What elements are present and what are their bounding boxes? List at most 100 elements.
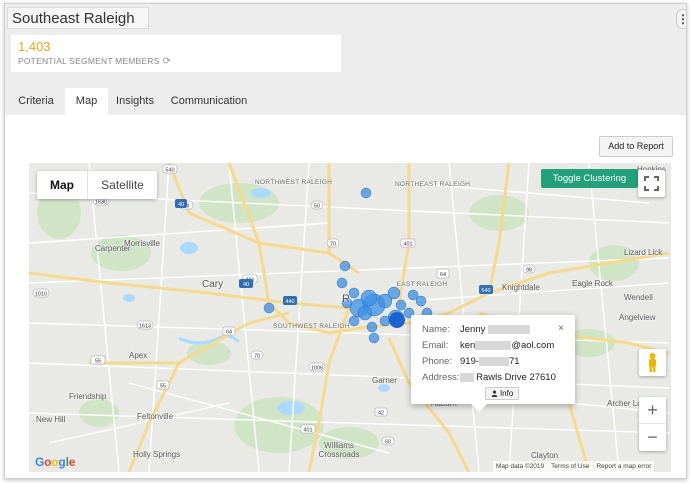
shield-3: 40 — [175, 199, 187, 208]
place-label: Wendell — [624, 293, 653, 302]
place-label: Cary — [202, 279, 224, 290]
member-info-window: × Name: Jenny Email: ken @aol.com Phone: 919… — [411, 315, 575, 412]
google-logo-letter: G — [35, 455, 45, 469]
shield-13: 1010 — [32, 288, 50, 298]
zoom-out-button[interactable]: − — [639, 424, 666, 451]
svg-text:70: 70 — [254, 354, 260, 360]
zoom-control: + − — [639, 397, 666, 451]
tab-communication[interactable]: Communication — [167, 88, 251, 115]
refresh-icon[interactable]: ⟳ — [163, 56, 172, 67]
place-label: Friendship — [69, 392, 107, 401]
segment-member-label: POTENTIAL SEGMENT MEMBERS ⟳ — [18, 56, 171, 67]
svg-text:1613: 1613 — [139, 324, 151, 330]
shield-12: 55 — [90, 355, 106, 365]
map-tab-content: Add to Report 540 1630 40 70 401 50 440 … — [5, 115, 686, 478]
redacted-block — [488, 324, 530, 334]
redacted-block — [479, 356, 510, 366]
pegman-icon — [649, 353, 656, 372]
svg-text:70: 70 — [330, 242, 336, 248]
report-map-error-link[interactable]: Report a map error — [596, 463, 651, 470]
google-logo: Google — [35, 455, 75, 469]
phone-key: Phone: — [422, 356, 453, 367]
place-label: Garner — [372, 376, 397, 385]
redacted-block — [459, 372, 474, 382]
add-to-report-button[interactable]: Add to Report — [599, 136, 673, 157]
toggle-clustering-button[interactable]: Toggle Clustering — [541, 169, 638, 188]
place-label: Feltonville — [137, 412, 174, 421]
selected-marker — [389, 312, 405, 328]
more-menu-button[interactable]: ⋮ — [676, 9, 686, 29]
street-view-pegman-button[interactable] — [639, 349, 666, 376]
shield-18: 1006 — [308, 362, 326, 372]
svg-text:540: 540 — [165, 168, 174, 174]
shield-21: 64 — [222, 326, 236, 336]
svg-text:440: 440 — [285, 299, 294, 305]
place-label: Clayton — [531, 451, 559, 460]
map-view[interactable]: 540 1630 54 40 70 401 50 440 64 98 540 1… — [29, 163, 671, 472]
svg-text:50: 50 — [385, 440, 391, 446]
segment-stats-card: 1,403 POTENTIAL SEGMENT MEMBERS ⟳ — [11, 35, 341, 72]
shield-0: 540 — [162, 164, 178, 174]
place-label: Carpenter — [95, 244, 131, 253]
svg-text:1630: 1630 — [95, 200, 107, 206]
map-data-credit: Map data ©2019 — [496, 463, 545, 470]
place-label: Apex — [129, 351, 148, 360]
phone-value-end: 71 — [509, 356, 520, 367]
phone-value-start: 919- — [460, 356, 480, 367]
zoom-in-button[interactable]: + — [639, 397, 666, 424]
terms-of-use-link[interactable]: Terms of Use — [551, 463, 589, 470]
district-label: SOUTHWEST RALEIGH — [273, 323, 350, 330]
svg-text:1006: 1006 — [311, 366, 323, 372]
place-label: Knightdale — [502, 283, 540, 292]
info-button[interactable]: Info — [485, 387, 519, 400]
fullscreen-icon — [644, 176, 659, 191]
svg-text:540: 540 — [481, 288, 490, 294]
close-icon[interactable]: × — [558, 323, 564, 334]
info-button-label: Info — [499, 389, 514, 398]
tab-criteria[interactable]: Criteria — [8, 88, 64, 115]
place-label: Williams Crossroads — [318, 441, 360, 459]
shield-8: 64 — [436, 268, 450, 279]
segment-title[interactable]: Southeast Raleigh — [7, 7, 149, 29]
address-key: Address: — [422, 372, 460, 383]
info-row-name: Name: Jenny — [422, 324, 530, 335]
tab-insights[interactable]: Insights — [109, 88, 161, 115]
shield-16: 50 — [381, 436, 395, 446]
place-label: Angelview — [619, 313, 656, 322]
shield-10: 540 — [479, 285, 493, 294]
email-value-start[interactable]: ken — [460, 340, 475, 351]
shield-15: 401 — [300, 424, 316, 434]
map-type-map-button[interactable]: Map — [37, 171, 87, 199]
place-label: R — [342, 293, 350, 305]
tab-bar: Criteria Map Insights Communication — [5, 88, 686, 115]
place-label: New Hill — [36, 415, 66, 424]
shield-23: 55 — [156, 380, 170, 390]
svg-text:50: 50 — [314, 204, 320, 210]
shield-22: 40 — [239, 279, 253, 288]
email-value-end[interactable]: @aol.com — [511, 340, 554, 351]
shield-9: 98 — [522, 264, 536, 274]
svg-text:40: 40 — [178, 202, 184, 208]
map-type-satellite-button[interactable]: Satellite — [87, 171, 157, 199]
svg-text:98: 98 — [526, 268, 532, 274]
email-key: Email: — [422, 340, 449, 351]
tab-map[interactable]: Map — [65, 88, 108, 115]
district-label: NORTHWEST RALEIGH — [255, 179, 333, 186]
svg-text:64: 64 — [226, 330, 232, 336]
shield-17: 70 — [250, 350, 264, 360]
shield-11: 1613 — [136, 320, 154, 330]
redacted-block — [475, 340, 512, 350]
address-value: Rawls Drive 27610 — [476, 372, 556, 383]
svg-text:64: 64 — [440, 272, 446, 278]
place-label: Eagle Rock — [572, 279, 613, 288]
fullscreen-button[interactable] — [638, 170, 665, 197]
shield-14: 42 — [374, 407, 388, 417]
svg-text:55: 55 — [95, 359, 101, 365]
map-attribution: Map data ©2019 Terms of Use Report a map e… — [493, 461, 655, 472]
info-row-phone: Phone: 919- 71 — [422, 356, 520, 367]
info-row-address: Address: Rawls Drive 27610 — [422, 372, 556, 383]
svg-text:42: 42 — [378, 411, 384, 417]
google-logo-letter: g — [58, 455, 66, 469]
shield-5: 401 — [400, 238, 416, 248]
svg-text:401: 401 — [303, 428, 312, 434]
